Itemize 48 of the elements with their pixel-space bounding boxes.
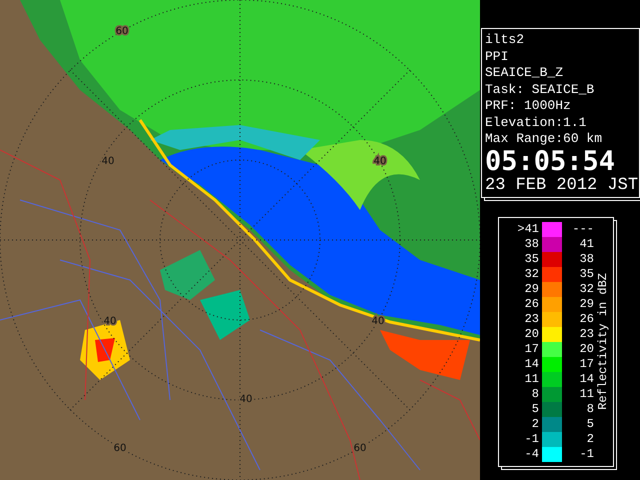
info-line: Max Range:60 km bbox=[485, 131, 604, 148]
legend-value: 11 bbox=[578, 387, 594, 401]
info-line: ilts2 bbox=[485, 32, 526, 48]
legend-value: -1 bbox=[524, 432, 540, 446]
legend-value: 17 bbox=[524, 342, 540, 356]
range-label: 60 bbox=[116, 26, 128, 37]
range-label: 60 bbox=[114, 443, 126, 454]
range-label: 40 bbox=[102, 156, 114, 167]
date-label: 23 FEB 2012 JST bbox=[485, 176, 637, 194]
range-label: 40 bbox=[240, 394, 252, 405]
legend-value: 35 bbox=[578, 267, 594, 281]
range-label: 40 bbox=[374, 156, 386, 167]
legend-value: 8 bbox=[530, 387, 540, 401]
legend-value: 29 bbox=[578, 297, 594, 311]
time-label: 05:05:54 bbox=[485, 148, 616, 176]
legend-value: 14 bbox=[524, 357, 540, 371]
legend-value: 17 bbox=[578, 357, 594, 371]
info-line: Task: SEAICE_B bbox=[485, 82, 596, 98]
legend-value: 35 bbox=[524, 252, 540, 266]
legend-value: 23 bbox=[524, 312, 540, 326]
legend-value: 26 bbox=[524, 297, 540, 311]
legend-value: -4 bbox=[524, 447, 540, 461]
legend-value: 5 bbox=[586, 417, 594, 431]
legend-value: 38 bbox=[524, 237, 540, 251]
info-line: SEAICE_B_Z bbox=[485, 65, 564, 82]
legend-value: 11 bbox=[524, 372, 540, 386]
legend-value: 41 bbox=[578, 237, 594, 251]
legend-value: 20 bbox=[578, 342, 594, 356]
legend-value: -1 bbox=[578, 447, 594, 461]
legend-value: 26 bbox=[578, 312, 594, 326]
info-line: PRF: 1000Hz bbox=[485, 98, 572, 114]
legend-title: Reflectivity in dBZ bbox=[596, 273, 610, 410]
legend-value: 38 bbox=[578, 252, 594, 266]
legend-value: 2 bbox=[530, 417, 540, 431]
legend-value: 14 bbox=[578, 372, 594, 386]
legend-value: --- bbox=[571, 222, 594, 236]
legend-value: 32 bbox=[578, 282, 594, 296]
legend-value: 29 bbox=[524, 282, 540, 296]
legend-value: 5 bbox=[530, 402, 540, 416]
legend-value: 23 bbox=[578, 327, 594, 341]
legend-value: 32 bbox=[524, 267, 540, 281]
legend-value: 20 bbox=[524, 327, 540, 341]
legend-value: 2 bbox=[586, 432, 594, 446]
legend-value: 8 bbox=[586, 402, 594, 416]
info-line: Elevation:1.1 bbox=[485, 114, 588, 131]
legend-value: >41 bbox=[516, 222, 540, 236]
range-label: 60 bbox=[354, 443, 366, 454]
info-line: PPI bbox=[485, 48, 510, 65]
